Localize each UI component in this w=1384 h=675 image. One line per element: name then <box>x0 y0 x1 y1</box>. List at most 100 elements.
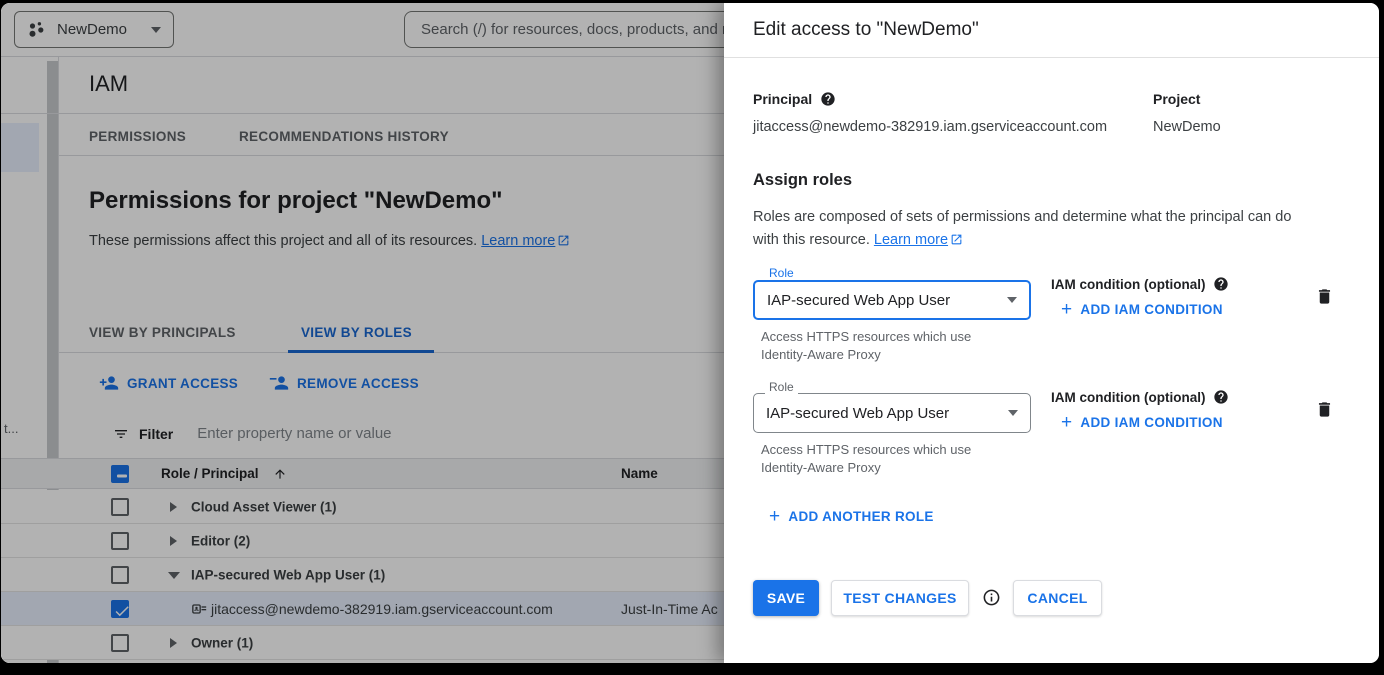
iam-condition-label: IAM condition (optional) <box>1051 390 1205 405</box>
project-name: NewDemo <box>57 21 141 38</box>
chevron-down-icon <box>1008 410 1018 416</box>
divider <box>724 57 1379 58</box>
member-display-name: Just-In-Time Ac <box>621 601 718 617</box>
role-select-label: Role <box>765 380 798 394</box>
table-row-editor[interactable]: Editor (2) <box>1 524 725 558</box>
help-icon[interactable] <box>820 91 836 107</box>
role-helper-text: Access HTTPS resources which use Identit… <box>761 328 971 364</box>
permissions-heading: Permissions for project "NewDemo" <box>89 187 503 215</box>
principal-value: jitaccess@newdemo-382919.iam.gserviceacc… <box>753 119 1107 135</box>
project-picker-icon <box>27 20 47 40</box>
role-group-label: Cloud Asset Viewer (1) <box>191 499 337 514</box>
dialog-title: Edit access to "NewDemo" <box>753 19 979 41</box>
external-link-icon <box>950 231 963 254</box>
top-app-bar: NewDemo Search (/) for resources, docs, … <box>1 3 725 57</box>
delete-role-icon[interactable] <box>1315 400 1334 419</box>
project-label: Project <box>1153 91 1200 107</box>
tab-permissions[interactable]: PERMISSIONS <box>89 129 186 144</box>
divider <box>59 155 725 156</box>
person-add-icon <box>99 373 119 393</box>
role-select[interactable]: IAP-secured Web App User <box>753 280 1031 320</box>
filter-placeholder: Enter property name or value <box>197 425 391 442</box>
expand-arrow-icon[interactable] <box>170 638 177 648</box>
column-name[interactable]: Name <box>621 466 658 481</box>
row-checkbox[interactable] <box>111 532 129 550</box>
sort-ascending-icon[interactable] <box>273 467 287 481</box>
add-another-role-label: ADD ANOTHER ROLE <box>788 509 933 524</box>
chevron-down-icon <box>1007 297 1017 303</box>
iam-condition-label: IAM condition (optional) <box>1051 277 1205 292</box>
tab-recommendations-history[interactable]: RECOMMENDATIONS HISTORY <box>239 129 449 144</box>
active-tab-underline <box>288 350 434 353</box>
save-button[interactable]: SAVE <box>753 580 819 616</box>
test-changes-button[interactable]: TEST CHANGES <box>831 580 969 616</box>
service-account-icon <box>191 601 208 617</box>
plus-icon: + <box>1061 416 1072 430</box>
iam-condition-label-row: IAM condition (optional) <box>1051 389 1229 405</box>
row-checkbox[interactable] <box>111 634 129 652</box>
column-role-principal[interactable]: Role / Principal <box>161 466 259 481</box>
page-title: IAM <box>89 71 128 97</box>
iam-page: NewDemo Search (/) for resources, docs, … <box>1 3 725 663</box>
add-iam-condition-button[interactable]: + ADD IAM CONDITION <box>1061 302 1223 317</box>
principal-label: Principal <box>753 91 812 107</box>
table-row-cloud-asset-viewer[interactable]: Cloud Asset Viewer (1) <box>1 490 725 524</box>
grant-access-button[interactable]: GRANT ACCESS <box>99 373 238 393</box>
role-select-value: IAP-secured Web App User <box>767 292 1007 309</box>
role-helper-text: Access HTTPS resources which use Identit… <box>761 441 971 477</box>
filter-icon <box>113 426 129 442</box>
delete-role-icon[interactable] <box>1315 287 1334 306</box>
sidebar-item-truncated-1[interactable]: t... <box>4 421 18 436</box>
role-group-label: IAP-secured Web App User (1) <box>191 567 385 582</box>
grant-access-label: GRANT ACCESS <box>127 376 238 391</box>
plus-icon: + <box>769 510 780 524</box>
plus-icon: + <box>1061 303 1072 317</box>
permissions-description: These permissions affect this project an… <box>89 233 570 251</box>
select-all-checkbox[interactable] <box>111 465 129 483</box>
collapse-arrow-icon[interactable] <box>168 572 180 579</box>
row-checkbox[interactable] <box>111 566 129 584</box>
row-checkbox-checked[interactable] <box>111 600 129 618</box>
help-icon[interactable] <box>1213 389 1229 405</box>
expand-arrow-icon[interactable] <box>170 536 177 546</box>
page-tabs: PERMISSIONS RECOMMENDATIONS HISTORY <box>1 129 725 155</box>
tab-view-by-roles[interactable]: VIEW BY ROLES <box>301 325 412 340</box>
add-iam-condition-label: ADD IAM CONDITION <box>1080 302 1222 317</box>
project-value: NewDemo <box>1153 119 1221 135</box>
assign-roles-heading: Assign roles <box>753 171 852 190</box>
role-select-value: IAP-secured Web App User <box>766 405 1008 422</box>
learn-more-link[interactable]: Learn more <box>874 232 948 248</box>
learn-more-link[interactable]: Learn more <box>481 233 555 249</box>
edit-access-dialog: Edit access to "NewDemo" Principal Proje… <box>724 3 1379 663</box>
search-placeholder: Search (/) for resources, docs, products… <box>421 21 756 38</box>
add-another-role-button[interactable]: + ADD ANOTHER ROLE <box>769 509 934 524</box>
filter-bar[interactable]: Filter Enter property name or value <box>113 425 392 442</box>
principal-label-row: Principal <box>753 91 836 107</box>
project-selector-button[interactable]: NewDemo <box>14 11 174 48</box>
role-group-label: Editor (2) <box>191 533 250 548</box>
filter-label: Filter <box>139 426 173 442</box>
chevron-down-icon <box>151 27 161 33</box>
assign-roles-description: Roles are composed of sets of permission… <box>753 206 1291 254</box>
table-row-iap-secured-web-app-user[interactable]: IAP-secured Web App User (1) <box>1 558 725 592</box>
external-link-icon <box>557 234 570 251</box>
remove-access-label: REMOVE ACCESS <box>297 376 419 391</box>
table-header: Role / Principal Name <box>1 458 725 489</box>
remove-access-button[interactable]: REMOVE ACCESS <box>269 373 419 393</box>
expand-arrow-icon[interactable] <box>170 502 177 512</box>
row-checkbox[interactable] <box>111 498 129 516</box>
table-row-owner[interactable]: Owner (1) <box>1 626 725 660</box>
help-icon[interactable] <box>1213 276 1229 292</box>
table-row-jitaccess-member[interactable]: jitaccess@newdemo-382919.iam.gserviceacc… <box>1 592 725 626</box>
cancel-button[interactable]: CANCEL <box>1013 580 1102 616</box>
role-select[interactable]: IAP-secured Web App User <box>753 393 1031 433</box>
tab-view-by-principals[interactable]: VIEW BY PRINCIPALS <box>89 325 236 340</box>
iam-condition-label-row: IAM condition (optional) <box>1051 276 1229 292</box>
info-icon[interactable] <box>982 588 1001 607</box>
role-select-label: Role <box>765 266 798 280</box>
add-iam-condition-button[interactable]: + ADD IAM CONDITION <box>1061 415 1223 430</box>
member-email: jitaccess@newdemo-382919.iam.gserviceacc… <box>211 601 553 617</box>
role-group-label: Owner (1) <box>191 635 253 650</box>
add-iam-condition-label: ADD IAM CONDITION <box>1080 415 1222 430</box>
person-remove-icon <box>269 373 289 393</box>
